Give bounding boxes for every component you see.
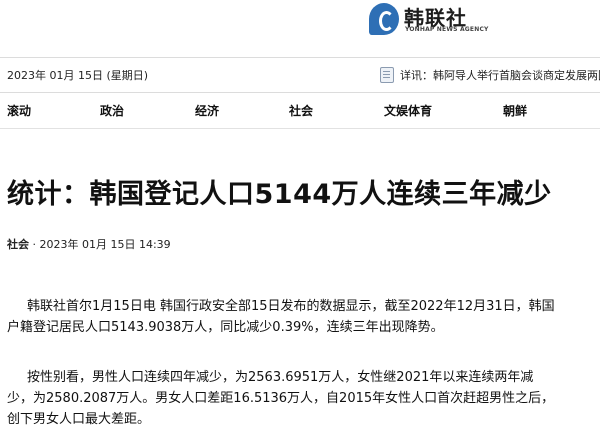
nav-item-north-korea[interactable]: 朝鲜 <box>503 102 527 119</box>
article-paragraph: 韩联社首尔1月15日电 韩国行政安全部15日发布的数据显示，截至2022年12月… <box>7 296 587 338</box>
article-section[interactable]: 社会 <box>7 238 29 251</box>
document-icon <box>380 67 394 83</box>
nav-item-scroll[interactable]: 滚动 <box>7 102 31 119</box>
paragraph-line: 韩联社首尔1月15日电 韩国行政安全部15日发布的数据显示，截至2022年12月… <box>27 299 555 314</box>
nav-item-politics[interactable]: 政治 <box>100 102 124 119</box>
article-title: 统计：韩国登记人口5144万人连续三年减少 <box>7 179 552 210</box>
ticker-headline[interactable]: 详讯：韩阿导人举行首脑会谈商定发展两国 <box>400 67 600 83</box>
top-bar: 2023年 01月 15日 (星期日) 详讯：韩阿导人举行首脑会谈商定发展两国 <box>0 57 600 93</box>
main-nav: 滚动 政治 经济 社会 文娱体育 朝鲜 <box>0 92 600 129</box>
yonhap-logo-icon <box>369 3 399 35</box>
article-byline: 社会 · 2023年 01月 15日 14:39 <box>7 236 171 252</box>
paragraph-line: 创下男女人口最大差距。 <box>7 412 151 427</box>
article-datetime: · 2023年 01月 15日 14:39 <box>32 238 171 251</box>
nav-item-economy[interactable]: 经济 <box>195 102 219 119</box>
logo-subtitle: YONHAP NEWS AGENCY <box>405 26 489 33</box>
nav-item-society[interactable]: 社会 <box>289 102 313 119</box>
article-paragraph: 按性别看，男性人口连续四年减少，为2563.6951万人，女性继2021年以来连… <box>7 367 587 430</box>
paragraph-line: 户籍登记居民人口5143.9038万人，同比减少0.39%，连续三年出现降势。 <box>7 320 444 335</box>
current-date: 2023年 01月 15日 (星期日) <box>7 69 149 82</box>
paragraph-line: 少，为2580.2087万人。男女人口差距16.5136万人，自2015年女性人… <box>7 391 555 406</box>
nav-item-entertainment-sports[interactable]: 文娱体育 <box>384 102 432 119</box>
paragraph-line: 按性别看，男性人口连续四年减少，为2563.6951万人，女性继2021年以来连… <box>27 370 534 385</box>
